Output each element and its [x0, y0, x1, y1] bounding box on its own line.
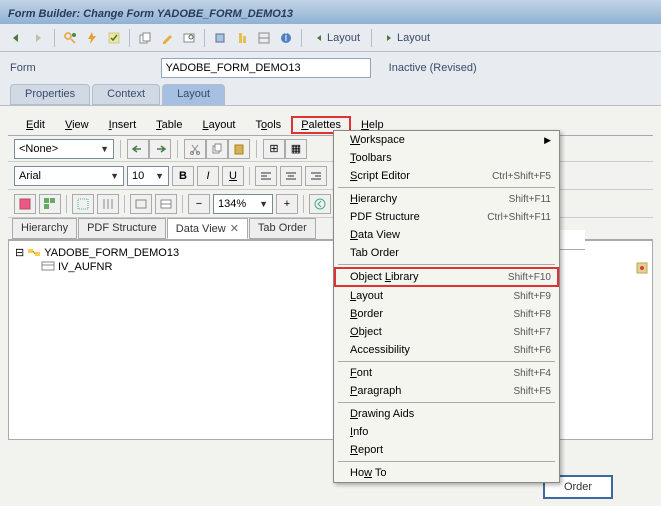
- dd-info[interactable]: Info: [334, 423, 559, 441]
- dd-script-editor[interactable]: Script EditorCtrl+Shift+F5: [334, 167, 559, 185]
- layout-arrow-icon-2[interactable]: Layout: [378, 29, 435, 47]
- copy-icon[interactable]: [136, 29, 154, 47]
- menu-tools[interactable]: Tools: [246, 116, 292, 134]
- tab-context[interactable]: Context: [92, 84, 160, 105]
- menu-table[interactable]: Table: [146, 116, 192, 134]
- align-right-icon[interactable]: [305, 166, 327, 186]
- prev-icon[interactable]: [309, 194, 331, 214]
- dd-report[interactable]: Report: [334, 441, 559, 459]
- menu-view[interactable]: View: [55, 116, 99, 134]
- dd-paragraph[interactable]: ParagraphShift+F5: [334, 382, 559, 400]
- paste-icon[interactable]: [228, 139, 250, 159]
- dd-object-library[interactable]: Object LibraryShift+F10: [334, 267, 559, 287]
- bold-button[interactable]: B: [172, 166, 194, 186]
- connection-icon: [27, 247, 41, 259]
- itab-hierarchy[interactable]: Hierarchy: [12, 218, 77, 239]
- itab-dataview[interactable]: Data View✕: [167, 218, 248, 239]
- check-icon[interactable]: [105, 29, 123, 47]
- dd-hierarchy[interactable]: HierarchyShift+F11: [334, 190, 559, 208]
- cut-icon[interactable]: [184, 139, 206, 159]
- zoom-out-icon[interactable]: −: [188, 194, 210, 214]
- rect-icon[interactable]: [130, 194, 152, 214]
- find-icon[interactable]: [180, 29, 198, 47]
- edit-icon[interactable]: [158, 29, 176, 47]
- grid-icon-1[interactable]: [14, 194, 36, 214]
- form-row: Form Inactive (Revised): [0, 52, 661, 84]
- dd-pdf-structure[interactable]: PDF StructureCtrl+Shift+F11: [334, 208, 559, 226]
- activate-icon[interactable]: [83, 29, 101, 47]
- zoom-in-icon[interactable]: +: [276, 194, 298, 214]
- dd-layout[interactable]: LayoutShift+F9: [334, 287, 559, 305]
- tool-a[interactable]: ⊞: [263, 139, 285, 159]
- close-icon[interactable]: ✕: [230, 223, 239, 235]
- palettes-dropdown: Workspace▶ToolbarsScript EditorCtrl+Shif…: [333, 130, 560, 483]
- tab-properties[interactable]: Properties: [10, 84, 90, 105]
- title-bar: Form Builder: Change Form YADOBE_FORM_DE…: [0, 0, 661, 24]
- dd-accessibility[interactable]: AccessibilityShift+F6: [334, 341, 559, 359]
- menu-insert[interactable]: Insert: [99, 116, 147, 134]
- form-status: Inactive (Revised): [389, 62, 477, 74]
- copy-icon-2[interactable]: [206, 139, 228, 159]
- rect2-icon[interactable]: [155, 194, 177, 214]
- app-title: Form Builder: Change Form YADOBE_FORM_DE…: [8, 8, 293, 20]
- layout-designer: Edit View Insert Table Layout Tools Pale…: [0, 106, 661, 506]
- grid-icon-2[interactable]: [39, 194, 61, 214]
- back-icon[interactable]: [8, 29, 26, 47]
- info-icon[interactable]: i: [277, 29, 295, 47]
- undo-icon[interactable]: [127, 139, 149, 159]
- tool-icon-3[interactable]: [255, 29, 273, 47]
- fontsize-combo[interactable]: 10▼: [127, 166, 169, 186]
- dd-tab-order[interactable]: Tab Order: [334, 244, 559, 262]
- collapse-icon[interactable]: ⊟: [15, 246, 24, 259]
- snap-icon[interactable]: [72, 194, 94, 214]
- field-icon: [41, 261, 55, 273]
- tool-icon-2[interactable]: [233, 29, 251, 47]
- itab-taborder[interactable]: Tab Order: [249, 218, 316, 239]
- itab-pdf[interactable]: PDF Structure: [78, 218, 166, 239]
- form-label: Form: [10, 62, 36, 74]
- redo-icon[interactable]: [149, 139, 171, 159]
- menu-edit[interactable]: Edit: [16, 116, 55, 134]
- designer-menu-bar: Edit View Insert Table Layout Tools Pale…: [8, 114, 653, 136]
- font-combo[interactable]: Arial▼: [14, 166, 124, 186]
- tool-icon-1[interactable]: [211, 29, 229, 47]
- tool-b[interactable]: ▦: [285, 139, 307, 159]
- layout-arrow-icon[interactable]: Layout: [308, 29, 365, 47]
- dd-workspace[interactable]: Workspace▶: [334, 131, 559, 149]
- zoom-combo[interactable]: 134%▼: [213, 194, 273, 214]
- dd-object[interactable]: ObjectShift+F7: [334, 323, 559, 341]
- top-tab-row: Properties Context Layout: [0, 84, 661, 106]
- main-toolbar: i Layout Layout: [0, 24, 661, 52]
- menu-layout[interactable]: Layout: [192, 116, 245, 134]
- tab-layout[interactable]: Layout: [162, 84, 225, 105]
- display-icon[interactable]: [61, 29, 79, 47]
- dd-border[interactable]: BorderShift+F8: [334, 305, 559, 323]
- dd-drawing-aids[interactable]: Drawing Aids: [334, 405, 559, 423]
- dd-toolbars[interactable]: Toolbars: [334, 149, 559, 167]
- svg-text:i: i: [285, 32, 287, 44]
- align-center-icon[interactable]: [280, 166, 302, 186]
- italic-button[interactable]: I: [197, 166, 219, 186]
- form-name-input[interactable]: [161, 58, 371, 78]
- grid-icon-3[interactable]: [97, 194, 119, 214]
- dd-font[interactable]: FontShift+F4: [334, 364, 559, 382]
- align-left-icon[interactable]: [255, 166, 277, 186]
- dd-how-to[interactable]: How To: [334, 464, 559, 482]
- forward-icon[interactable]: [30, 29, 48, 47]
- script-combo[interactable]: <None>▼: [14, 139, 114, 159]
- dd-data-view[interactable]: Data View: [334, 226, 559, 244]
- underline-button[interactable]: U: [222, 166, 244, 186]
- link-icon[interactable]: [635, 261, 649, 275]
